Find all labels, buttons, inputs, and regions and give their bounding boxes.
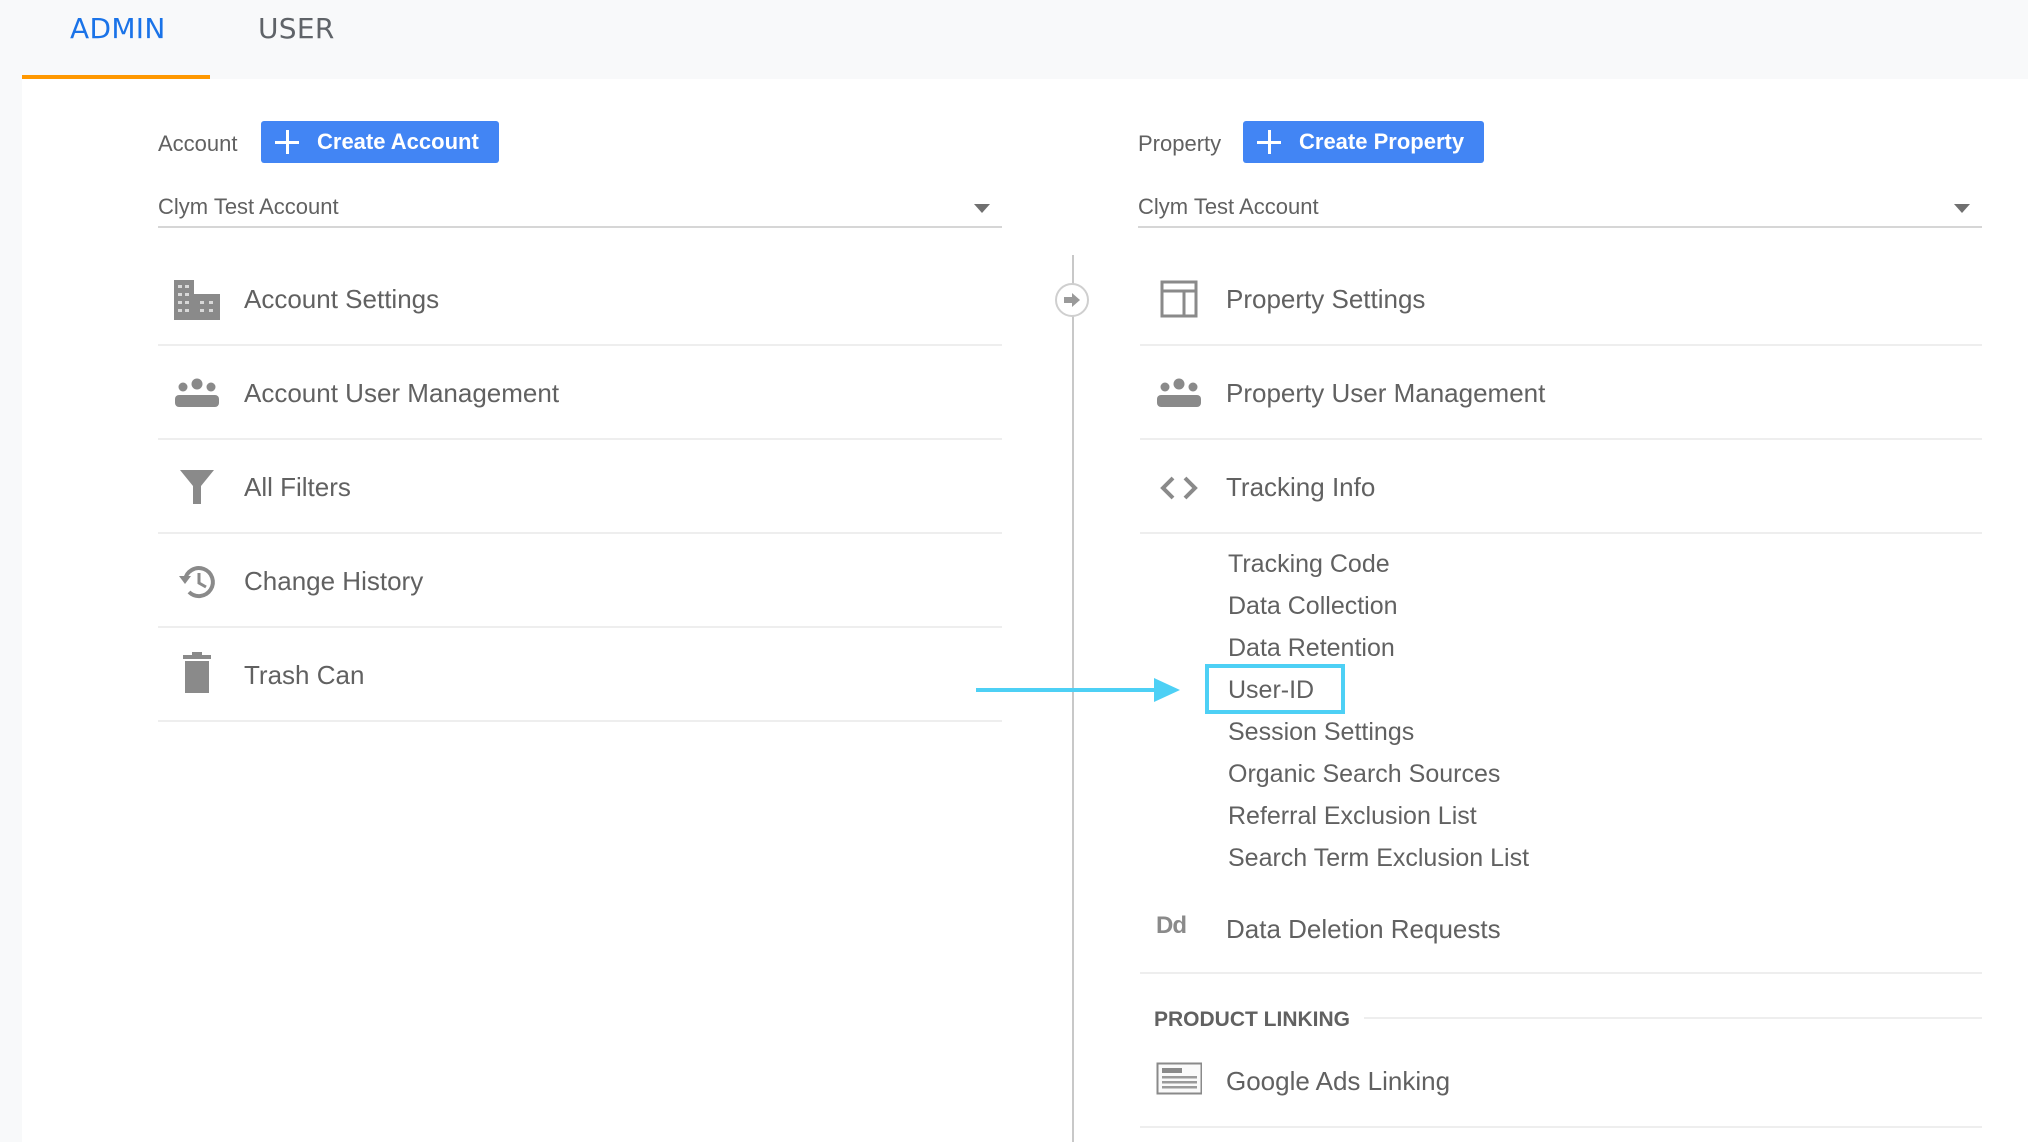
people-icon <box>174 374 220 414</box>
create-property-button[interactable]: Create Property <box>1243 121 1485 163</box>
tab-admin[interactable]: ADMIN <box>70 12 166 48</box>
subnav-organic-search-sources[interactable]: Organic Search Sources <box>1228 757 1500 791</box>
arrow-right-icon <box>1064 293 1080 307</box>
account-selector[interactable]: Clym Test Account <box>158 188 1002 228</box>
annotation-arrow-shaft <box>976 688 1156 692</box>
nav-data-deletion-requests[interactable]: Dd Data Deletion Requests <box>1140 880 1982 974</box>
people-icon <box>1156 374 1202 414</box>
nav-tracking-info[interactable]: Tracking Info <box>1140 440 1982 534</box>
subnav-search-term-exclusion-list[interactable]: Search Term Exclusion List <box>1228 841 1529 875</box>
property-selector[interactable]: Clym Test Account <box>1138 188 1982 228</box>
property-column-label: Property <box>1138 131 1222 156</box>
layout-icon <box>1156 280 1202 320</box>
data-deletion-icon: Dd <box>1156 912 1187 939</box>
chevron-down-icon <box>974 204 990 213</box>
nav-label: Data Deletion Requests <box>1226 914 1501 944</box>
nav-label: Change History <box>244 566 424 596</box>
nav-label: Property Settings <box>1226 284 1426 314</box>
ads-icon <box>1156 1062 1202 1102</box>
admin-tabs: ADMIN USER <box>0 0 2028 79</box>
subnav-data-retention[interactable]: Data Retention <box>1228 631 1395 665</box>
user-id-highlight-box <box>1205 664 1345 714</box>
column-switch-button[interactable] <box>1055 283 1089 317</box>
plus-icon <box>1257 130 1281 154</box>
account-column-label: Account <box>158 131 238 156</box>
nav-account-user-management[interactable]: Account User Management <box>158 346 1002 440</box>
subnav-data-collection[interactable]: Data Collection <box>1228 589 1398 623</box>
nav-google-ads-linking[interactable]: Google Ads Linking <box>1140 1034 1982 1128</box>
nav-label: Account User Management <box>244 378 560 408</box>
subnav-referral-exclusion-list[interactable]: Referral Exclusion List <box>1228 799 1477 833</box>
trash-icon <box>174 652 220 696</box>
nav-label: Account Settings <box>244 284 440 314</box>
subnav-session-settings[interactable]: Session Settings <box>1228 715 1414 749</box>
product-linking-header: PRODUCT LINKING <box>1154 1008 1350 1031</box>
column-divider <box>1072 255 1074 1142</box>
subnav-tracking-code[interactable]: Tracking Code <box>1228 547 1390 581</box>
nav-change-history[interactable]: Change History <box>158 534 1002 628</box>
account-selector-value: Clym Test Account <box>158 194 339 219</box>
nav-label: Tracking Info <box>1226 472 1376 502</box>
building-icon <box>174 280 220 320</box>
nav-label: Property User Management <box>1226 378 1546 408</box>
nav-property-settings[interactable]: Property Settings <box>1140 252 1982 346</box>
nav-label: Google Ads Linking <box>1226 1066 1451 1096</box>
tab-user[interactable]: USER <box>258 12 335 48</box>
annotation-arrow-icon <box>1154 678 1180 702</box>
chevron-down-icon <box>1954 204 1970 213</box>
nav-account-settings[interactable]: Account Settings <box>158 252 1002 346</box>
nav-label: All Filters <box>244 472 351 502</box>
nav-trash-can[interactable]: Trash Can <box>158 628 1002 722</box>
create-account-button[interactable]: Create Account <box>261 121 499 163</box>
create-property-label: Create Property <box>1299 129 1465 154</box>
create-account-label: Create Account <box>317 129 479 154</box>
nav-property-user-management[interactable]: Property User Management <box>1140 346 1982 440</box>
filter-icon <box>174 468 220 508</box>
plus-icon <box>275 130 299 154</box>
section-divider <box>1364 1017 1982 1019</box>
history-icon <box>174 562 220 602</box>
nav-label: Trash Can <box>244 660 365 690</box>
nav-all-filters[interactable]: All Filters <box>158 440 1002 534</box>
property-selector-value: Clym Test Account <box>1138 194 1319 219</box>
code-icon <box>1156 468 1202 508</box>
